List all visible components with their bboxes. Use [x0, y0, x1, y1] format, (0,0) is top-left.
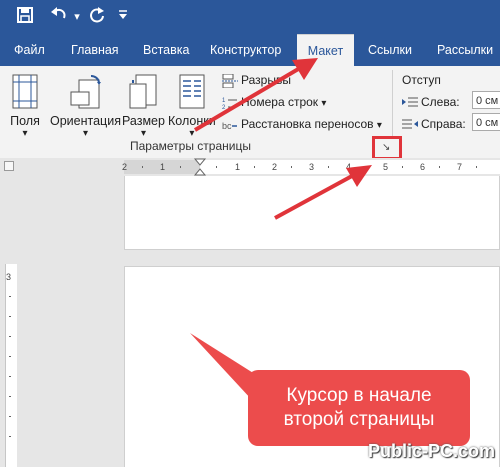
annotation-callout: Курсор в начале второй страницы: [248, 370, 470, 446]
arrow-to-layout-tab: [193, 58, 318, 132]
callout-line-2: второй страницы: [283, 409, 435, 430]
callout-line-1: Курсор в начале: [286, 385, 432, 406]
arrow-to-launcher: [274, 165, 372, 220]
watermark: Public-PC.com: [368, 441, 496, 461]
